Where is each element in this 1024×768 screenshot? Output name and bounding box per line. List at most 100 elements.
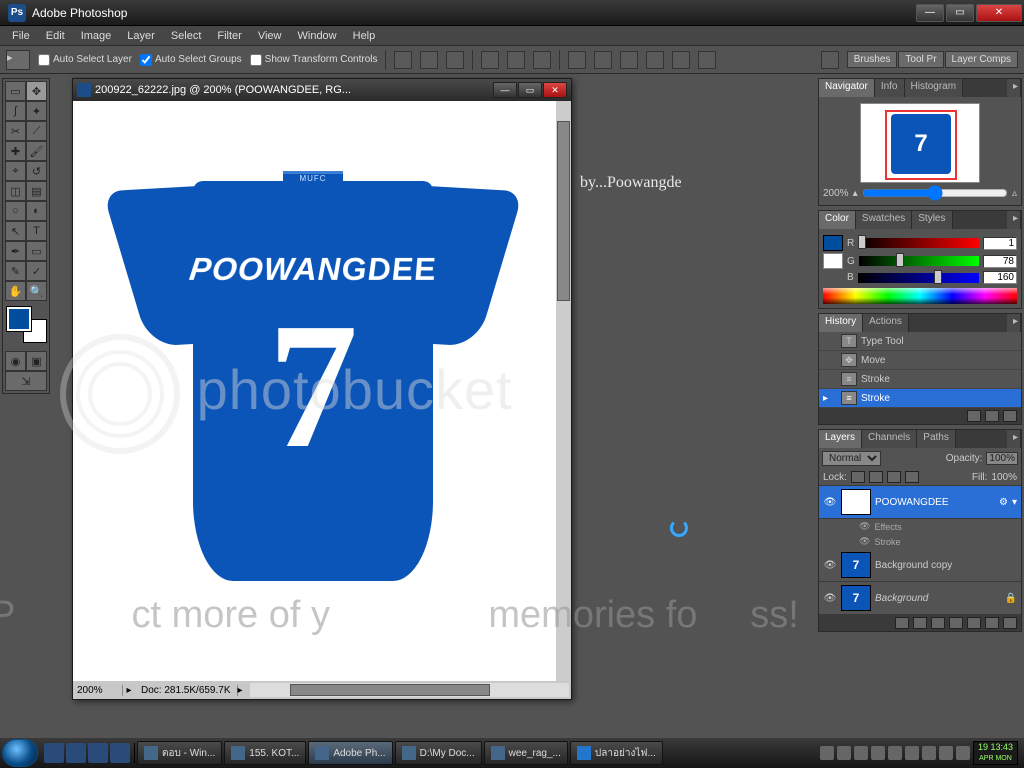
layer-row[interactable]: 👁 T POOWANGDEE ⚙▾ [819,486,1021,519]
align-icon[interactable] [446,51,464,69]
layer-row[interactable]: 👁 7 Background 🔒 [819,582,1021,615]
tray-icon[interactable] [837,746,851,760]
zoom-field[interactable]: 200% [73,685,123,696]
visibility-icon[interactable]: 👁 [823,593,837,604]
nav-zoom[interactable]: 200% [823,188,849,199]
close-button[interactable]: ✕ [976,4,1022,22]
tab-histogram[interactable]: Histogram [905,79,964,97]
align-icon[interactable] [533,51,551,69]
distribute-icon[interactable] [568,51,586,69]
menu-help[interactable]: Help [345,28,384,44]
tray-icon[interactable] [888,746,902,760]
palette-tab-toolpresets[interactable]: Tool Pr [898,51,943,68]
doc-close-button[interactable]: ✕ [543,82,567,98]
crop-tool-icon[interactable]: ✂ [5,121,26,141]
pen-tool-icon[interactable]: ✒ [5,241,26,261]
tray-icon[interactable] [922,746,936,760]
tab-swatches[interactable]: Swatches [856,211,912,229]
marquee-tool-icon[interactable]: ▭ [5,81,26,101]
align-icon[interactable] [420,51,438,69]
align-icon[interactable] [481,51,499,69]
type-tool-icon[interactable]: T [26,221,47,241]
menu-select[interactable]: Select [163,28,210,44]
fx-icon[interactable] [913,617,927,629]
eyedropper-tool-icon[interactable]: ✓ [26,261,47,281]
tab-channels[interactable]: Channels [862,430,917,448]
document-titlebar[interactable]: 200922_62222.jpg @ 200% (POOWANGDEE, RG.… [73,79,571,101]
menu-edit[interactable]: Edit [38,28,73,44]
r-slider[interactable] [858,238,979,248]
stamp-tool-icon[interactable]: ⌖ [5,161,26,181]
menu-window[interactable]: Window [290,28,345,44]
navigator-thumbnail[interactable] [860,103,980,183]
mask-icon[interactable] [931,617,945,629]
clock[interactable]: 19 13:43 APR MON [973,741,1018,765]
quickmask-icon[interactable]: ◉ [5,351,26,371]
screenmode-icon[interactable]: ▣ [26,351,47,371]
tab-color[interactable]: Color [819,211,856,229]
notes-tool-icon[interactable]: ✎ [5,261,26,281]
maximize-button[interactable]: ▭ [946,4,974,22]
tab-info[interactable]: Info [875,79,905,97]
history-item[interactable]: ✥Move [819,351,1021,370]
task-button[interactable]: ปลาอย่างไฟ... [570,741,663,765]
menu-layer[interactable]: Layer [119,28,163,44]
new-snapshot-icon[interactable] [967,410,981,422]
history-item[interactable]: ▸≡Stroke [819,389,1021,408]
hand-tool-icon[interactable]: ✋ [5,281,26,301]
horizontal-scrollbar[interactable] [250,683,569,697]
wand-tool-icon[interactable]: ✦ [26,101,47,121]
b-value[interactable]: 160 [983,271,1017,284]
workspace-icon[interactable] [821,51,839,69]
tray-icon[interactable] [871,746,885,760]
menu-view[interactable]: View [250,28,290,44]
panel-menu-icon[interactable]: ▸ [1007,79,1021,97]
g-value[interactable]: 78 [983,255,1017,268]
ql-msn-icon[interactable] [88,743,108,763]
opacity-field[interactable]: 100% [986,452,1018,465]
zoom-slider[interactable] [862,185,1008,201]
panel-menu-icon[interactable]: ▸ [1007,211,1021,229]
dodge-tool-icon[interactable]: ◐ [26,201,47,221]
task-button[interactable]: D:\My Doc... [395,741,482,765]
opt-auto-select-groups[interactable]: Auto Select Groups [140,54,242,66]
ql-explorer-icon[interactable] [66,743,86,763]
heal-tool-icon[interactable]: ✚ [5,141,26,161]
history-item[interactable]: TType Tool [819,332,1021,351]
lock-move-icon[interactable] [887,471,901,483]
minimize-button[interactable]: — [916,4,944,22]
visibility-icon[interactable]: 👁 [823,497,837,508]
history-item[interactable]: ≡Stroke [819,370,1021,389]
b-slider[interactable] [858,273,979,283]
lock-paint-icon[interactable] [869,471,883,483]
ql-ie-icon[interactable] [44,743,64,763]
panel-menu-icon[interactable]: ▸ [1007,314,1021,332]
canvas[interactable]: MUFC POOWANGDEE 7 [73,101,556,681]
fill-field[interactable]: 100% [991,472,1017,483]
adjust-icon[interactable] [949,617,963,629]
tab-paths[interactable]: Paths [917,430,956,448]
move-tool-icon[interactable]: ✥ [26,81,47,101]
doc-max-button[interactable]: ▭ [518,82,542,98]
tab-history[interactable]: History [819,314,863,332]
panel-menu-icon[interactable]: ▸ [1007,430,1021,448]
palette-tab-layercomps[interactable]: Layer Comps [945,51,1018,68]
task-button[interactable]: Adobe Ph... [308,741,392,765]
zoom-in-icon[interactable]: ▵ [1012,188,1017,199]
task-button[interactable]: ตอบ - Win... [137,741,222,765]
distribute-icon[interactable] [594,51,612,69]
blend-mode-select[interactable]: Normal [822,451,881,466]
distribute-icon[interactable] [698,51,716,69]
color-swatches[interactable] [5,305,49,345]
slice-tool-icon[interactable]: ⟋ [26,121,47,141]
tray-icon[interactable] [854,746,868,760]
link-icon[interactable] [895,617,909,629]
r-value[interactable]: 1 [983,237,1017,250]
distribute-icon[interactable] [646,51,664,69]
zoom-out-icon[interactable]: ▴ [853,188,858,199]
align-icon[interactable] [507,51,525,69]
color-spectrum[interactable] [823,288,1017,304]
new-layer-icon[interactable] [985,617,999,629]
color-swatch[interactable] [823,235,843,251]
menu-filter[interactable]: Filter [209,28,249,44]
